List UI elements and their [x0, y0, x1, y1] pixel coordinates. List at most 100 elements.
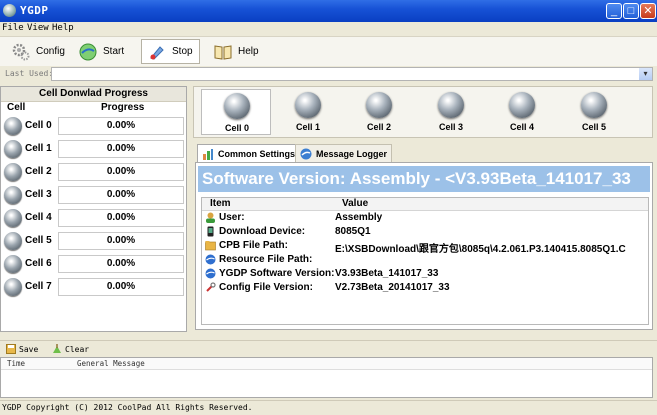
globe-icon	[205, 254, 216, 265]
cell-progress-panel: Cell Donwlad Progress Cell Progress Cell…	[0, 86, 187, 332]
col-progress-header: Progress	[101, 102, 145, 113]
menu-view[interactable]: View	[27, 23, 49, 33]
info-value: 8085Q1	[335, 226, 371, 237]
clear-label: Clear	[65, 344, 90, 354]
help-label: Help	[238, 46, 259, 57]
table-row[interactable]: Cell 6 0.00%	[1, 253, 186, 275]
table-row[interactable]: CPB File Path: E:\XSBDownload\跟官方包\8085q…	[202, 239, 648, 255]
col-time-header: Time	[7, 359, 26, 368]
cell-name: Cell 4	[25, 212, 52, 223]
cell-icon	[4, 255, 22, 273]
cell-tab-4[interactable]: Cell 4	[487, 89, 557, 135]
col-item-header: Item	[210, 198, 231, 209]
title-bar: YGDP _ □ ✕	[0, 0, 657, 22]
last-used-bar: Last Used: ▾	[0, 66, 657, 83]
info-item: User:	[219, 212, 245, 223]
info-item: Config File Version:	[219, 282, 313, 293]
cell-tab-3[interactable]: Cell 3	[416, 89, 486, 135]
bar-chart-icon	[203, 148, 213, 160]
progress-value: 0.00%	[58, 209, 184, 227]
panel-title: Cell Donwlad Progress	[1, 87, 186, 102]
menu-help[interactable]: Help	[52, 23, 74, 33]
cell-globe-icon	[295, 92, 321, 118]
version-banner: Software Version: Assembly - <V3.93Beta_…	[198, 166, 650, 192]
menu-file[interactable]: File	[2, 23, 24, 33]
save-label: Save	[19, 344, 39, 354]
maximize-button[interactable]: □	[623, 3, 639, 19]
stop-label: Stop	[172, 46, 193, 57]
table-row[interactable]: YGDP Software Version: V3.93Beta_141017_…	[202, 267, 648, 281]
cell-name: Cell 0	[25, 120, 52, 131]
config-button[interactable]: Config	[6, 39, 71, 64]
cell-icon	[4, 278, 22, 296]
cell-icon	[4, 163, 22, 181]
tab-common-settings[interactable]: Common Settings	[197, 144, 301, 162]
table-row[interactable]: Cell 5 0.00%	[1, 230, 186, 252]
stop-button[interactable]: Stop	[141, 39, 200, 64]
col-cell-header: Cell	[7, 102, 26, 113]
cell-globe-icon	[438, 92, 464, 118]
toolbar: Config Start Stop Help	[0, 36, 657, 68]
table-row[interactable]: Cell 4 0.00%	[1, 207, 186, 229]
user-icon	[206, 212, 215, 223]
table-row[interactable]: User: Assembly	[202, 211, 648, 225]
table-row[interactable]: Config File Version: V2.73Beta_20141017_…	[202, 281, 648, 295]
progress-value: 0.00%	[58, 232, 184, 250]
cell-name: Cell 6	[25, 258, 52, 269]
tab-logger-label: Message Logger	[316, 148, 388, 159]
cell-name: Cell 2	[25, 166, 52, 177]
clear-icon	[53, 344, 61, 353]
stop-icon	[150, 45, 164, 60]
message-log-list[interactable]: Time General Message	[0, 357, 653, 398]
settings-content: Software Version: Assembly - <V3.93Beta_…	[195, 162, 653, 330]
book-icon	[214, 44, 232, 60]
minimize-button[interactable]: _	[606, 3, 622, 19]
info-item: Resource File Path:	[219, 254, 313, 265]
cell-tab-label: Cell 2	[366, 122, 391, 132]
last-used-label: Last Used:	[5, 69, 54, 78]
close-button[interactable]: ✕	[640, 3, 656, 19]
progress-value: 0.00%	[58, 278, 184, 296]
cell-name: Cell 7	[25, 281, 52, 292]
progress-value: 0.00%	[58, 140, 184, 158]
tool-icon	[206, 282, 216, 292]
clear-button[interactable]: Clear	[52, 342, 89, 356]
table-row[interactable]: Cell 2 0.00%	[1, 161, 186, 183]
cell-tab-label: Cell 3	[438, 122, 463, 132]
table-row[interactable]: Cell 7 0.00%	[1, 276, 186, 298]
tab-common-label: Common Settings	[218, 148, 296, 159]
info-item: Download Device:	[219, 226, 306, 237]
splitter[interactable]	[188, 86, 192, 332]
cell-globe-icon	[224, 93, 250, 119]
cell-icon	[4, 186, 22, 204]
cell-tab-2[interactable]: Cell 2	[344, 89, 414, 135]
start-button[interactable]: Start	[73, 39, 130, 64]
cell-tab-1[interactable]: Cell 1	[273, 89, 343, 135]
window-title: YGDP	[20, 4, 49, 17]
cell-icon	[4, 140, 22, 158]
chevron-down-icon[interactable]: ▾	[639, 68, 652, 80]
col-message-header: General Message	[77, 359, 145, 368]
last-used-combo[interactable]: ▾	[51, 67, 653, 81]
globe-icon	[300, 148, 312, 159]
status-bar: YGDP Copyright (C) 2012 CoolPad All Righ…	[0, 400, 657, 415]
config-label: Config	[36, 46, 65, 57]
help-button[interactable]: Help	[208, 39, 265, 64]
gear-icon	[12, 43, 30, 60]
table-row[interactable]: Download Device: 8085Q1	[202, 225, 648, 239]
save-button[interactable]: Save	[6, 342, 38, 356]
table-row[interactable]: Resource File Path:	[202, 253, 648, 267]
col-value-header: Value	[342, 198, 369, 209]
info-item: YGDP Software Version:	[219, 268, 335, 279]
progress-value: 0.00%	[58, 186, 184, 204]
tab-message-logger[interactable]: Message Logger	[295, 144, 393, 162]
cell-tab-5[interactable]: Cell 5	[559, 89, 629, 135]
table-row[interactable]: Cell 3 0.00%	[1, 184, 186, 206]
info-table-header	[202, 198, 648, 211]
cell-icon	[4, 232, 22, 250]
table-row[interactable]: Cell 0 0.00%	[1, 115, 186, 137]
info-item: CPB File Path:	[219, 240, 288, 251]
table-row[interactable]: Cell 1 0.00%	[1, 138, 186, 160]
start-label: Start	[103, 46, 125, 57]
cell-tab-0[interactable]: Cell 0	[201, 89, 271, 135]
